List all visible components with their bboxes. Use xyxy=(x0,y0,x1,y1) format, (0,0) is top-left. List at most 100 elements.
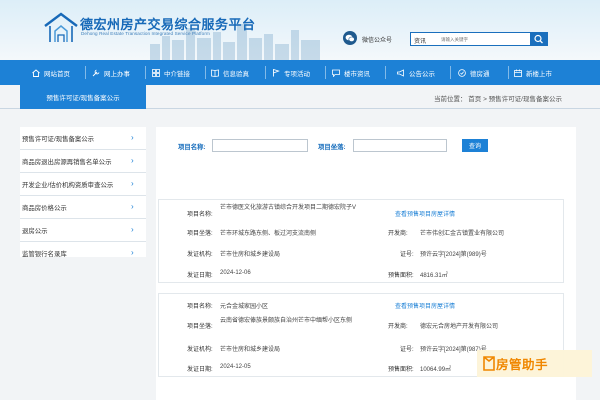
project-name-label: 项目名称: xyxy=(178,144,206,151)
developer: 德宏元合房地产开发有限公司 xyxy=(420,324,499,330)
field-key: 发证日期: xyxy=(187,367,213,373)
calendar-icon xyxy=(514,69,522,77)
detail-link[interactable]: 查看预售项目房屋详情 xyxy=(395,301,455,310)
sidebar-item-label: 开发企业/估价机构资质审查公示 xyxy=(22,181,114,189)
nav-online-service[interactable]: 网上办事 xyxy=(92,60,130,85)
certificate-number: 预许云字[2024]第(989)号 xyxy=(420,252,487,258)
nav-label: 新楼上市 xyxy=(526,70,552,78)
sidebar-item-refund[interactable]: 退房公示 › xyxy=(20,219,146,242)
chevron-right-icon: › xyxy=(131,225,134,234)
site-header: 德宏州房产交易综合服务平台 Dehong Real Estate Transac… xyxy=(0,0,600,60)
wechat-label[interactable]: 微信公众号 xyxy=(362,35,392,44)
section-title: 预售许可证/现售备案公示 xyxy=(20,85,146,109)
watermark-badge: 房管助手 xyxy=(477,350,592,377)
sidebar-item-qualification[interactable]: 开发企业/估价机构资质审查公示 › xyxy=(20,173,146,196)
nav-divider xyxy=(85,66,86,79)
nav-divider xyxy=(145,66,146,79)
house-manager-icon xyxy=(483,356,495,371)
megaphone-icon xyxy=(397,68,404,77)
field-key: 项目坐落: xyxy=(187,324,213,330)
nav-divider xyxy=(325,66,326,79)
project-location-label: 项目坐落: xyxy=(318,144,346,151)
chat-icon xyxy=(332,69,340,77)
chevron-right-icon: › xyxy=(131,202,134,211)
field-key: 开发商: xyxy=(388,231,408,237)
field-key: 证号: xyxy=(400,252,414,258)
home-icon xyxy=(32,68,40,77)
nav-divider xyxy=(508,66,509,79)
sidebar-item-bank[interactable]: 监管银行名录库 › xyxy=(20,242,146,258)
nav-market-news[interactable]: 楼市资讯 xyxy=(332,60,370,85)
search-button[interactable] xyxy=(530,33,547,45)
chevron-right-icon: › xyxy=(131,156,134,165)
project-name-input[interactable] xyxy=(212,139,308,152)
sidebar-item-label: 预售许可证/现售备案公示 xyxy=(22,135,95,143)
site-logo[interactable] xyxy=(43,12,79,44)
nav-label: 信息验真 xyxy=(223,70,249,78)
badge-icon xyxy=(458,68,466,77)
project-location: 芒市环城东路东侧、板过河支流南侧 xyxy=(220,231,317,237)
developer: 芒市伟创汇金古镇置业有限公司 xyxy=(420,231,505,237)
search-category-select[interactable]: 资讯 xyxy=(414,36,426,45)
nav-special-events[interactable]: 专项活动 xyxy=(272,60,310,85)
sidebar-item-label: 商品房退出房源再销售名单公示 xyxy=(22,158,112,166)
nav-divider xyxy=(265,66,266,79)
sidebar: 预售许可证/现售备案公示 › 商品房退出房源再销售名单公示 › 开发企业/估价机… xyxy=(20,127,146,257)
field-key: 项目名称: xyxy=(187,304,213,310)
nav-defangtong[interactable]: 德房通 xyxy=(458,60,490,85)
issue-date: 2024-12-06 xyxy=(220,270,251,276)
nav-home[interactable]: 网站首页 xyxy=(32,60,70,85)
nav-label: 网站首页 xyxy=(44,70,70,78)
field-key: 发证机构: xyxy=(187,347,213,353)
record-card: 项目名称: 芒市德医文化旅游古镇综合开发项目二期德宏院子V 查看预售项目房屋详情… xyxy=(158,199,564,283)
project-location: 云南省德宏傣族景颇族自治州芒市中缅帮小区东侧 xyxy=(220,318,353,324)
project-name: 元合金城家园小区 xyxy=(220,304,269,310)
query-button[interactable]: 查询 xyxy=(462,139,488,152)
watermark-text: 房管助手 xyxy=(496,358,549,372)
sidebar-item-presale-permit[interactable]: 预售许可证/现售备案公示 › xyxy=(20,127,146,150)
sidebar-item-resale-list[interactable]: 商品房退出房源再销售名单公示 › xyxy=(20,150,146,173)
issuer: 芒市住房和城乡建设局 xyxy=(220,347,281,353)
nav-info-verify[interactable]: 信息验真 xyxy=(211,60,249,85)
field-key: 证号: xyxy=(400,347,414,353)
nav-announcements[interactable]: 公告公示 xyxy=(397,60,435,85)
main-nav: 网站首页 网上办事 中介链接 信息验真 专项活动 楼市资讯 公告公示 德房通 新… xyxy=(0,60,600,85)
project-location-input[interactable] xyxy=(353,139,447,152)
presale-area: 4816.31㎡ xyxy=(420,273,448,279)
sidebar-item-label: 商品房价格公示 xyxy=(22,204,67,212)
nav-label: 专项活动 xyxy=(284,70,310,78)
wechat-icon[interactable] xyxy=(343,31,357,45)
field-key: 项目坐落: xyxy=(187,231,213,237)
nav-agency-links[interactable]: 中介链接 xyxy=(152,60,190,85)
detail-link[interactable]: 查看预售项目房屋详情 xyxy=(395,209,455,218)
field-key: 发证日期: xyxy=(187,273,213,279)
grid-icon xyxy=(152,68,160,77)
nav-label: 中介链接 xyxy=(164,70,190,78)
nav-divider xyxy=(385,66,386,79)
issuer: 芒市住房和城乡建设局 xyxy=(220,252,281,258)
project-name: 芒市德医文化旅游古镇综合开发项目二期德宏院子V xyxy=(220,205,357,211)
sidebar-item-label: 退房公示 xyxy=(22,227,48,235)
field-key: 开发商: xyxy=(388,324,408,330)
chevron-right-icon: › xyxy=(131,248,134,257)
nav-label: 网上办事 xyxy=(104,70,130,78)
book-icon xyxy=(211,69,219,77)
flag-icon xyxy=(273,68,280,76)
nav-label: 楼市资讯 xyxy=(344,70,370,78)
nav-label: 德房通 xyxy=(470,70,490,78)
chevron-right-icon: › xyxy=(131,179,134,188)
field-key: 预售面积: xyxy=(388,273,414,279)
nav-divider xyxy=(205,66,206,79)
site-subtitle: Dehong Real Estate Transaction Integrate… xyxy=(81,31,210,36)
sidebar-item-price[interactable]: 商品房价格公示 › xyxy=(20,196,146,219)
breadcrumb[interactable]: 当前位置： 首页 > 预售许可证/现售备案公示 xyxy=(434,93,562,103)
tool-icon xyxy=(92,69,100,76)
search-filter: 项目名称: 项目坐落: 查询 xyxy=(156,127,576,167)
search-input[interactable] xyxy=(441,34,527,44)
presale-area: 10064.99㎡ xyxy=(420,367,452,373)
field-key: 预售面积: xyxy=(388,367,414,373)
field-key: 发证机构: xyxy=(187,252,213,258)
nav-new-listings[interactable]: 新楼上市 xyxy=(514,60,552,85)
field-key: 项目名称: xyxy=(187,212,213,218)
nav-divider xyxy=(450,66,451,79)
